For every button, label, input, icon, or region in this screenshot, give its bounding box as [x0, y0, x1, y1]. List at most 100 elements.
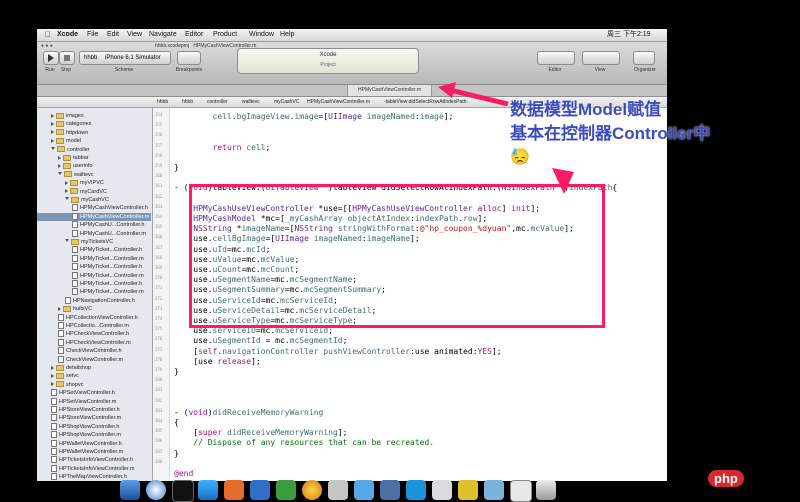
code-line[interactable]: }: [174, 449, 179, 459]
simulator-icon[interactable]: [406, 480, 426, 500]
navigator-group[interactable]: controller: [37, 146, 151, 154]
navigator-file[interactable]: HPNavigationController.h: [37, 296, 151, 305]
navigator-file[interactable]: HPMyCashViewController.h: [37, 204, 151, 212]
code-line[interactable]: return cell;: [174, 143, 271, 153]
navigator-file[interactable]: HPCheckViewController.m: [37, 338, 151, 347]
navigator-file[interactable]: HPMyTicket...Controller.h: [37, 280, 151, 288]
code-line[interactable]: [self.navigationController pushViewContr…: [174, 347, 501, 357]
code-line[interactable]: use.uSegmentId = mc.mcSegmentId;: [174, 336, 347, 346]
safari-icon[interactable]: [146, 480, 166, 500]
navigator-file[interactable]: HPStoreViewController.h: [37, 406, 151, 414]
mail-icon[interactable]: [432, 480, 452, 500]
code-line[interactable]: [super didReceiveMemoryWarning];: [174, 428, 347, 438]
tab-hpmycashviewcontroller[interactable]: HPMyCashViewController.m: [347, 85, 432, 96]
navigator-group[interactable]: detailshop: [37, 364, 151, 372]
apple-icon[interactable]: : [45, 29, 51, 41]
qq-icon[interactable]: [354, 480, 374, 500]
navigator-group[interactable]: shopvc: [37, 381, 151, 389]
menu-editor[interactable]: Editor: [185, 29, 203, 41]
disclosure-triangle-icon[interactable]: [51, 130, 54, 135]
navigator-file[interactable]: HPWalletViewController.h: [37, 439, 151, 448]
navigator-file[interactable]: HPCollectio...Controller.m: [37, 322, 151, 330]
code-line[interactable]: }: [174, 163, 179, 173]
excel-icon[interactable]: [276, 480, 296, 500]
navigator-file[interactable]: HPMyTicket...Controller.h: [37, 263, 151, 271]
code-line[interactable]: }: [174, 367, 179, 377]
navigator-file[interactable]: CheckViewController.h: [37, 347, 151, 355]
navigator-file[interactable]: HPMyCashViewController.m: [37, 212, 151, 221]
navigator-group[interactable]: myCashVC: [37, 196, 151, 204]
navigator-group[interactable]: myCardVC: [37, 188, 151, 196]
view-segmented-control[interactable]: [582, 51, 620, 65]
navigator-group[interactable]: setvc: [37, 372, 151, 380]
navigator-group[interactable]: httpdown: [37, 129, 151, 137]
menu-help[interactable]: Help: [280, 29, 294, 41]
finder-icon[interactable]: [120, 480, 140, 500]
disclosure-triangle-icon[interactable]: [51, 138, 54, 143]
stop-button[interactable]: [59, 51, 75, 65]
disclosure-triangle-icon[interactable]: [65, 239, 69, 244]
navigator-group[interactable]: tabbar: [37, 154, 151, 162]
navigator-group[interactable]: categories: [37, 120, 151, 128]
jump-bar-item[interactable]: controller: [207, 97, 228, 107]
xcode-icon[interactable]: [380, 480, 400, 500]
disclosure-triangle-icon[interactable]: [65, 180, 68, 185]
navigator-file[interactable]: HPMyTicket...Controller.h: [37, 246, 151, 254]
navigator-group[interactable]: model: [37, 137, 151, 145]
code-line[interactable]: - (void)didReceiveMemoryWarning: [174, 408, 323, 418]
navigator-file[interactable]: HPMyTicket...Controller.m: [37, 254, 151, 263]
disclosure-triangle-icon[interactable]: [51, 382, 54, 387]
firefox-icon[interactable]: [302, 480, 322, 500]
app-store-icon[interactable]: [198, 480, 218, 500]
code-line[interactable]: // Dispose of any resources that can be …: [174, 438, 434, 448]
powerpoint-icon[interactable]: [224, 480, 244, 500]
code-line[interactable]: cell.bgImageView.image=[UIImage imageNam…: [174, 112, 454, 122]
navigator-file[interactable]: CheckViewController.m: [37, 355, 151, 364]
navigator-group[interactable]: userinfo: [37, 162, 151, 170]
navigator-file[interactable]: HPSetViewController.m: [37, 397, 151, 406]
navigator-file[interactable]: HPSetViewController.h: [37, 389, 151, 397]
jump-bar-item[interactable]: HPMyCashViewController.m: [307, 97, 370, 107]
navigator-group[interactable]: huibiVC: [37, 305, 151, 313]
code-line[interactable]: {: [174, 418, 179, 428]
menu-view[interactable]: View: [127, 29, 142, 41]
notes-icon[interactable]: [458, 480, 478, 500]
navigator-group[interactable]: myTicketsVC: [37, 238, 151, 246]
jump-bar-item[interactable]: walltevc: [242, 97, 260, 107]
navigator-file[interactable]: HPMyCashU...Controller.m: [37, 229, 151, 238]
menu-app-name[interactable]: Xcode: [57, 29, 78, 41]
disclosure-triangle-icon[interactable]: [65, 197, 69, 202]
disclosure-triangle-icon[interactable]: [51, 113, 54, 118]
terminal-icon[interactable]: [172, 480, 194, 502]
editor-segmented-control[interactable]: [537, 51, 575, 65]
jump-bar-item[interactable]: myCashVC: [274, 97, 299, 107]
navigator-file[interactable]: HPTicketsInfoViewController.h: [37, 456, 151, 464]
window-controls[interactable]: ● ● ●: [41, 43, 53, 49]
preview-icon[interactable]: [328, 480, 348, 500]
trash-icon[interactable]: [536, 480, 556, 500]
navigator-file[interactable]: HPShopViewController.h: [37, 422, 151, 431]
disclosure-triangle-icon[interactable]: [51, 365, 54, 370]
navigator-file[interactable]: HPWalletViewController.m: [37, 448, 151, 456]
run-button[interactable]: [43, 51, 59, 65]
navigator-file[interactable]: HPMyTicket...Controller.m: [37, 271, 151, 280]
disclosure-triangle-icon[interactable]: [58, 171, 62, 177]
disclosure-triangle-icon[interactable]: [58, 163, 61, 168]
breakpoints-button[interactable]: [177, 51, 201, 65]
disclosure-triangle-icon[interactable]: [51, 121, 54, 126]
navigator-file[interactable]: HPCheckViewController.h: [37, 330, 151, 338]
downloads-icon[interactable]: [484, 480, 504, 500]
navigator-group[interactable]: myVIPVC: [37, 179, 151, 187]
menu-product[interactable]: Product: [213, 29, 237, 41]
code-line[interactable]: [use release];: [174, 357, 260, 367]
navigator-file[interactable]: HPCollectionViewController.h: [37, 313, 151, 322]
documents-icon[interactable]: [510, 480, 532, 502]
organizer-button[interactable]: [633, 51, 655, 65]
menu-edit[interactable]: Edit: [107, 29, 119, 41]
word-icon[interactable]: [250, 480, 270, 500]
disclosure-triangle-icon[interactable]: [65, 189, 68, 194]
jump-bar-item[interactable]: hhbb: [157, 97, 168, 107]
disclosure-triangle-icon[interactable]: [58, 155, 61, 160]
disclosure-triangle-icon[interactable]: [58, 306, 61, 311]
navigator-file[interactable]: HPStoreViewController.m: [37, 414, 151, 422]
